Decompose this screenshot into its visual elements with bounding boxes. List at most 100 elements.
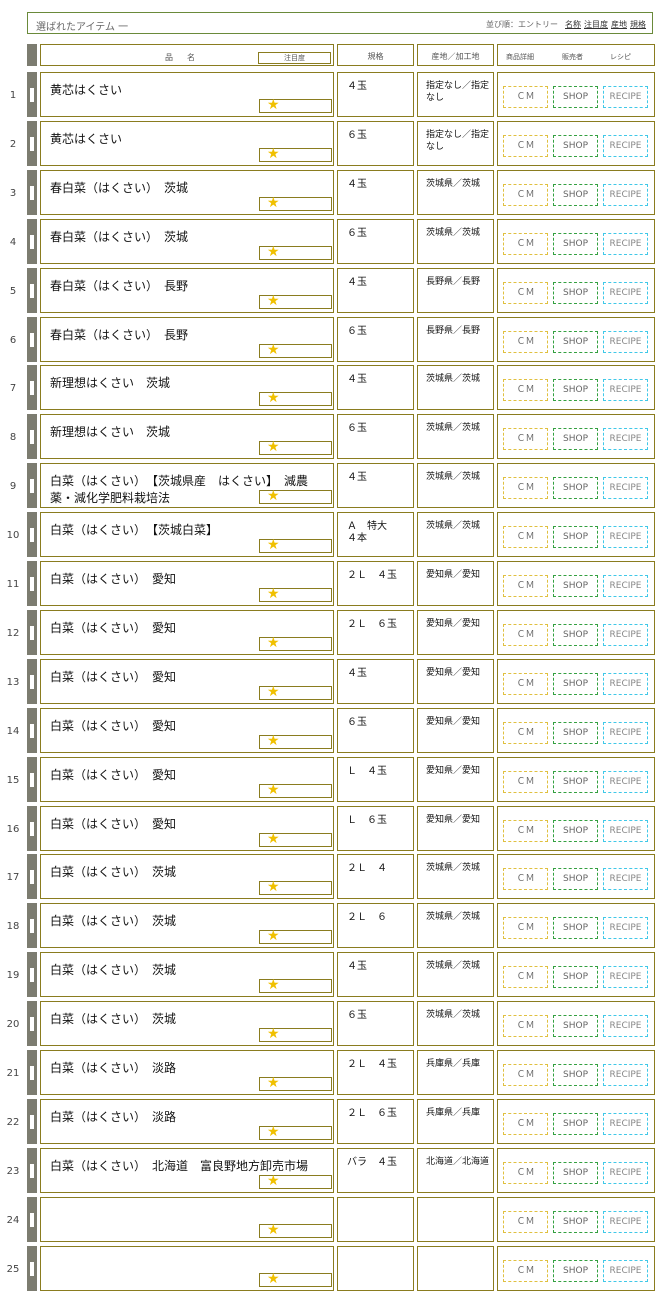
attention-rating[interactable]: ★ [259, 831, 332, 847]
recipe-button[interactable]: RECIPE [603, 1162, 648, 1184]
cm-button[interactable]: ＣＭ [503, 428, 548, 450]
recipe-button[interactable]: RECIPE [603, 820, 648, 842]
shop-button[interactable]: SHOP [553, 820, 598, 842]
row-handle[interactable] [27, 121, 37, 166]
recipe-button[interactable]: RECIPE [603, 477, 648, 499]
cm-button[interactable]: ＣＭ [503, 379, 548, 401]
sort-by-attention-link[interactable]: 注目度 [584, 20, 608, 29]
shop-button[interactable]: SHOP [553, 575, 598, 597]
cm-button[interactable]: ＣＭ [503, 1113, 548, 1135]
row-handle[interactable] [27, 757, 37, 802]
cm-button[interactable]: ＣＭ [503, 1260, 548, 1282]
attention-rating[interactable]: ★ [259, 97, 332, 113]
row-handle[interactable] [27, 268, 37, 313]
row-handle[interactable] [27, 1099, 37, 1144]
attention-rating[interactable]: ★ [259, 488, 332, 504]
cm-button[interactable]: ＣＭ [503, 526, 548, 548]
recipe-button[interactable]: RECIPE [603, 722, 648, 744]
shop-button[interactable]: SHOP [553, 966, 598, 988]
attention-rating[interactable]: ★ [259, 977, 332, 993]
shop-button[interactable]: SHOP [553, 428, 598, 450]
shop-button[interactable]: SHOP [553, 624, 598, 646]
cm-button[interactable]: ＣＭ [503, 771, 548, 793]
recipe-button[interactable]: RECIPE [603, 771, 648, 793]
row-handle[interactable] [27, 610, 37, 655]
row-handle[interactable] [27, 952, 37, 997]
recipe-button[interactable]: RECIPE [603, 526, 648, 548]
attention-rating[interactable]: ★ [259, 1222, 332, 1238]
shop-button[interactable]: SHOP [553, 233, 598, 255]
cm-button[interactable]: ＣＭ [503, 1015, 548, 1037]
row-handle[interactable] [27, 463, 37, 508]
recipe-button[interactable]: RECIPE [603, 917, 648, 939]
shop-button[interactable]: SHOP [553, 379, 598, 401]
cm-button[interactable]: ＣＭ [503, 966, 548, 988]
cm-button[interactable]: ＣＭ [503, 1211, 548, 1233]
attention-rating[interactable]: ★ [259, 928, 332, 944]
row-handle[interactable] [27, 708, 37, 753]
shop-button[interactable]: SHOP [553, 1015, 598, 1037]
cm-button[interactable]: ＣＭ [503, 820, 548, 842]
attention-rating[interactable]: ★ [259, 733, 332, 749]
cm-button[interactable]: ＣＭ [503, 868, 548, 890]
sort-by-name-link[interactable]: 名称 [565, 20, 581, 29]
shop-button[interactable]: SHOP [553, 1211, 598, 1233]
attention-rating[interactable]: ★ [259, 635, 332, 651]
cm-button[interactable]: ＣＭ [503, 917, 548, 939]
row-handle[interactable] [27, 1197, 37, 1242]
recipe-button[interactable]: RECIPE [603, 1064, 648, 1086]
attention-rating[interactable]: ★ [259, 1075, 332, 1091]
cm-button[interactable]: ＣＭ [503, 1162, 548, 1184]
recipe-button[interactable]: RECIPE [603, 428, 648, 450]
recipe-button[interactable]: RECIPE [603, 86, 648, 108]
shop-button[interactable]: SHOP [553, 1260, 598, 1282]
shop-button[interactable]: SHOP [553, 86, 598, 108]
attention-rating[interactable]: ★ [259, 293, 332, 309]
row-handle[interactable] [27, 1050, 37, 1095]
recipe-button[interactable]: RECIPE [603, 624, 648, 646]
shop-button[interactable]: SHOP [553, 331, 598, 353]
recipe-button[interactable]: RECIPE [603, 379, 648, 401]
cm-button[interactable]: ＣＭ [503, 331, 548, 353]
row-handle[interactable] [27, 512, 37, 557]
shop-button[interactable]: SHOP [553, 477, 598, 499]
attention-rating[interactable]: ★ [259, 195, 332, 211]
attention-rating[interactable]: ★ [259, 146, 332, 162]
shop-button[interactable]: SHOP [553, 673, 598, 695]
cm-button[interactable]: ＣＭ [503, 477, 548, 499]
cm-button[interactable]: ＣＭ [503, 86, 548, 108]
recipe-button[interactable]: RECIPE [603, 673, 648, 695]
attention-rating[interactable]: ★ [259, 342, 332, 358]
shop-button[interactable]: SHOP [553, 282, 598, 304]
cm-button[interactable]: ＣＭ [503, 673, 548, 695]
shop-button[interactable]: SHOP [553, 526, 598, 548]
row-handle[interactable] [27, 317, 37, 362]
recipe-button[interactable]: RECIPE [603, 966, 648, 988]
shop-button[interactable]: SHOP [553, 1064, 598, 1086]
shop-button[interactable]: SHOP [553, 1162, 598, 1184]
attention-rating[interactable]: ★ [259, 586, 332, 602]
row-handle[interactable] [27, 806, 37, 851]
shop-button[interactable]: SHOP [553, 868, 598, 890]
cm-button[interactable]: ＣＭ [503, 575, 548, 597]
cm-button[interactable]: ＣＭ [503, 624, 548, 646]
attention-rating[interactable]: ★ [259, 684, 332, 700]
cm-button[interactable]: ＣＭ [503, 135, 548, 157]
row-handle[interactable] [27, 1001, 37, 1046]
row-handle[interactable] [27, 1148, 37, 1193]
cm-button[interactable]: ＣＭ [503, 282, 548, 304]
row-handle[interactable] [27, 1246, 37, 1291]
recipe-button[interactable]: RECIPE [603, 331, 648, 353]
attention-rating[interactable]: ★ [259, 390, 332, 406]
attention-rating[interactable]: ★ [259, 782, 332, 798]
shop-button[interactable]: SHOP [553, 722, 598, 744]
attention-rating[interactable]: ★ [259, 1173, 332, 1189]
attention-rating[interactable]: ★ [259, 1026, 332, 1042]
cm-button[interactable]: ＣＭ [503, 184, 548, 206]
row-handle[interactable] [27, 219, 37, 264]
row-handle[interactable] [27, 414, 37, 459]
row-handle[interactable] [27, 659, 37, 704]
recipe-button[interactable]: RECIPE [603, 1113, 648, 1135]
recipe-button[interactable]: RECIPE [603, 233, 648, 255]
cm-button[interactable]: ＣＭ [503, 1064, 548, 1086]
